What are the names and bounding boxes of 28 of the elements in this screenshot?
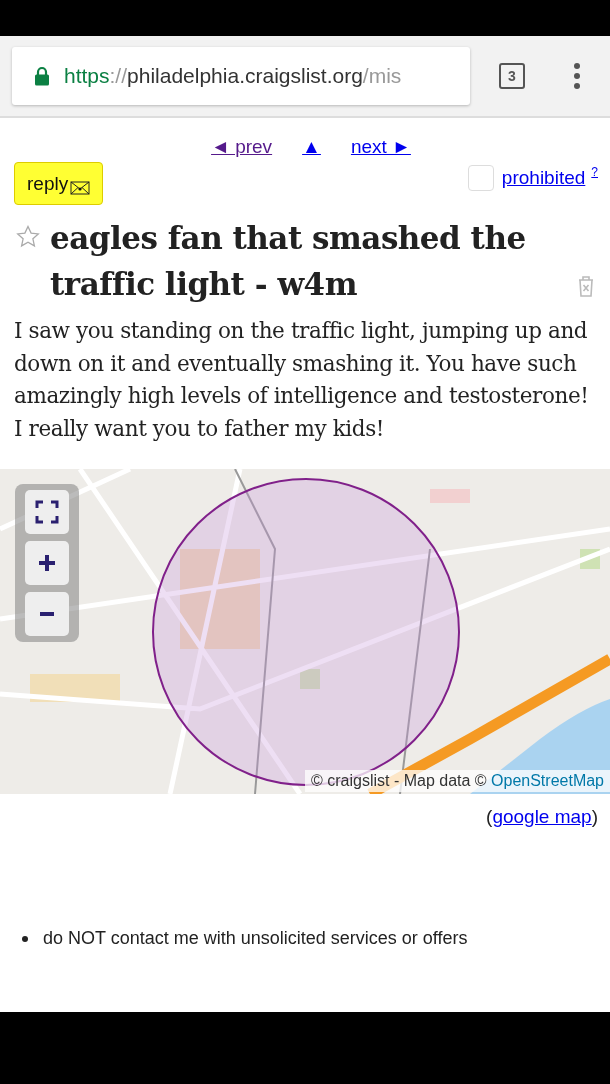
parenthesis: ) (591, 806, 598, 827)
lock-icon (34, 66, 50, 86)
envelope-icon (70, 180, 91, 195)
flag-checkbox[interactable] (467, 165, 494, 191)
google-map-link[interactable]: google map (492, 806, 592, 827)
post-body: I saw you standing on the traffic light, jumping up and down on it and eventually smashing it. You have such amazingly high levels of intelligence and testosterone! I really want you to father my kids! (14, 317, 590, 443)
prohibited-link[interactable]: prohibited (501, 167, 586, 189)
openstreetmap-link[interactable]: OpenStreetMap (491, 772, 604, 789)
post-title: eagles fan that smashed the traffic light - w4m (50, 219, 527, 304)
bullet-icon (22, 935, 28, 942)
next-link[interactable]: next ► (350, 136, 411, 164)
notice-text: do NOT contact me with unsolicited services or offers (43, 928, 468, 949)
plus-icon (37, 553, 57, 573)
fullscreen-icon (35, 500, 59, 524)
zoom-out-button[interactable] (25, 592, 69, 636)
url-field[interactable]: https://philadelphia.craigslist.org/mis (12, 47, 470, 105)
zoom-in-button[interactable] (25, 541, 69, 585)
map-attribution: © craigslist - Map data © (310, 772, 488, 789)
parenthesis: ( (486, 806, 493, 827)
minus-icon (38, 612, 56, 616)
prev-link[interactable]: ◄ prev (211, 136, 273, 164)
up-link[interactable]: ▲ (302, 136, 321, 164)
reply-button[interactable]: reply (14, 162, 104, 205)
help-link[interactable]: ? (591, 165, 598, 179)
favorite-star-icon[interactable] (16, 225, 40, 248)
fullscreen-button[interactable] (25, 490, 69, 534)
menu-icon[interactable] (573, 62, 581, 90)
tab-count-button[interactable]: 3 (499, 63, 525, 89)
